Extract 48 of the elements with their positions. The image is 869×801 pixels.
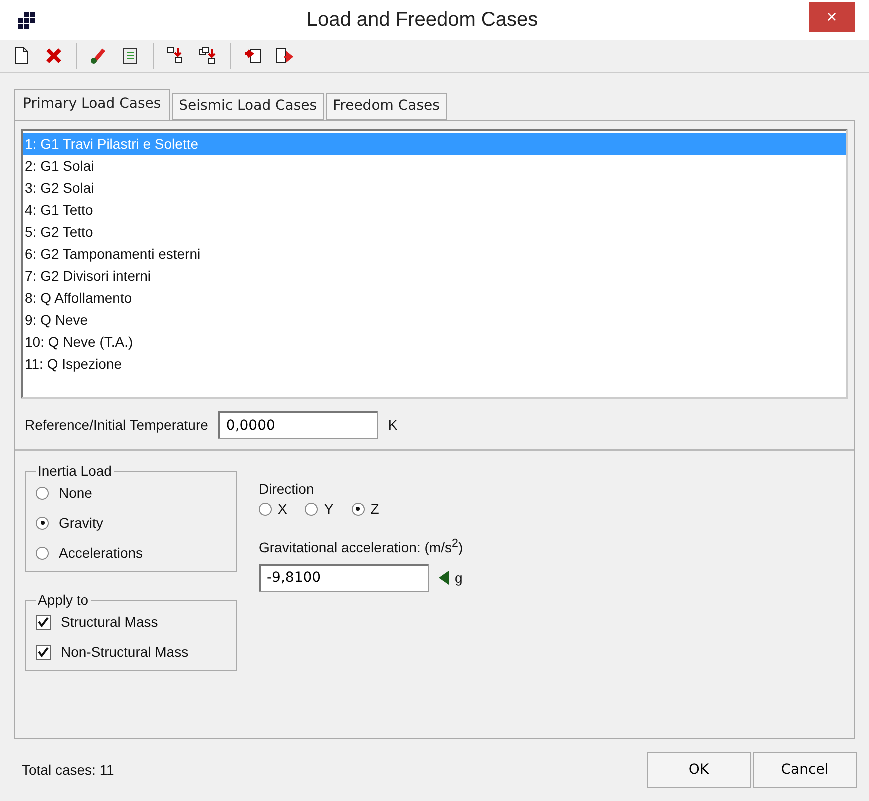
dialog-button[interactable]: Cancel [753, 752, 857, 788]
unit-label: g [455, 570, 463, 586]
radio-icon[interactable] [352, 502, 365, 516]
list-item[interactable]: 10: Q Neve (T.A.) [23, 331, 846, 353]
field-label: Gravitational acceleration: (m/s$^{2}$) [259, 537, 464, 556]
list-item[interactable]: 3: G2 Solai [23, 177, 846, 199]
direction-label: Direction [259, 481, 316, 497]
field-label: Reference/Initial Temperature [25, 417, 208, 433]
radio-option[interactable]: X [259, 501, 288, 517]
checkbox[interactable] [36, 644, 51, 660]
list-item[interactable]: 6: G2 Tamponamenti esterni [23, 243, 846, 265]
triangle-icon[interactable] [439, 570, 449, 585]
list-item[interactable]: 7: G2 Divisori interni [23, 265, 846, 287]
tab[interactable]: Seismic Load Cases [172, 93, 324, 120]
list-item[interactable]: 5: G2 Tetto [23, 221, 846, 243]
window-title: Load and Freedom Cases [306, 8, 540, 32]
app-icon [16, 10, 36, 30]
close-button[interactable]: × [809, 2, 855, 32]
radio-option[interactable]: Y [305, 501, 334, 517]
input-field[interactable]: -9,8100 [259, 564, 429, 592]
radio-icon[interactable] [36, 546, 49, 560]
radio-icon[interactable] [36, 486, 49, 500]
radio-option[interactable]: Accelerations [36, 545, 226, 561]
dialog-button[interactable]: OK [647, 752, 751, 788]
radio-icon[interactable] [305, 502, 318, 516]
checkbox-option[interactable]: Non-Structural Mass [36, 644, 226, 660]
tab[interactable]: Primary Load Cases [14, 89, 170, 120]
input-field[interactable]: 0,0000 [218, 411, 378, 439]
tab[interactable]: Freedom Cases [326, 93, 447, 120]
list-item[interactable]: 2: G1 Solai [23, 155, 846, 177]
radio-icon[interactable] [36, 516, 49, 530]
radio-option[interactable]: None [36, 485, 226, 501]
radio-option[interactable]: Gravity [36, 515, 226, 531]
radio-option[interactable]: Z [352, 501, 380, 517]
export-icon [275, 46, 295, 66]
checkbox[interactable] [36, 614, 51, 630]
checkbox-option[interactable]: Structural Mass [36, 614, 226, 630]
list-item[interactable]: 8: Q Affollamento [23, 287, 846, 309]
unit-label: K [388, 417, 398, 433]
list-item[interactable]: 4: G1 Tetto [23, 199, 846, 221]
list-item[interactable]: 11: Q Ispezione [23, 353, 846, 375]
status-text: Total cases: 11 [22, 762, 116, 778]
group-title: Apply to [37, 592, 90, 608]
group-title: Inertia Load [37, 463, 113, 479]
list-item[interactable]: 9: Q Neve [23, 309, 846, 331]
radio-icon[interactable] [259, 502, 272, 516]
delete-icon [44, 46, 64, 66]
copy-arrow-icon [198, 46, 218, 66]
